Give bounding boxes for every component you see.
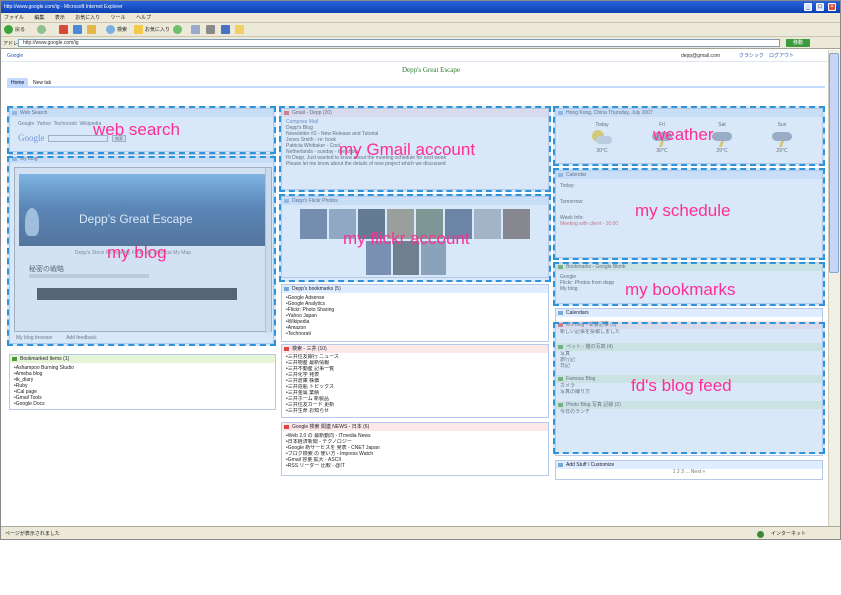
media-icon[interactable] — [173, 25, 182, 34]
bookmark-row[interactable]: Technorati — [282, 331, 548, 337]
classic-link[interactable]: クラシック — [739, 50, 764, 62]
menu-edit[interactable]: 編集 — [34, 15, 44, 21]
back-label[interactable]: 戻る — [15, 26, 25, 33]
menu-bar: ファイル 編集 表示 お気に入り ツール ヘルプ — [1, 13, 840, 23]
google-news-header: Google 検索 関連 NEWS - 日本 (6) — [282, 423, 548, 431]
google-news-row[interactable]: RSS リーダー 比較 - @IT — [282, 463, 548, 469]
window-title-bar: http://www.google.com/ig - Microsoft Int… — [1, 1, 840, 13]
highlight-bookmarks — [553, 262, 825, 306]
highlight-my-blog — [7, 156, 276, 346]
page-tabs: Home New tab — [7, 76, 825, 88]
news-row[interactable]: 三井生命 お知らせ — [282, 408, 548, 414]
items-gadget: Bookmarked Items (1) Ashampoo Burning St… — [9, 354, 276, 410]
toolbar: 戻る 検索 お気に入り — [1, 23, 840, 37]
customize-header: Add Stuff / Customize — [556, 461, 822, 469]
highlight-gmail — [279, 106, 551, 192]
customize-gadget: Add Stuff / Customize 1 2 3 ... Next » — [555, 460, 823, 480]
highlight-weather — [553, 106, 825, 166]
edit-icon[interactable] — [221, 25, 230, 34]
menu-file[interactable]: ファイル — [4, 15, 24, 21]
go-button[interactable]: 移動 — [786, 39, 810, 47]
highlight-web-search — [7, 106, 276, 154]
zone-label: インターネット — [771, 531, 807, 537]
notes-icon[interactable] — [235, 25, 244, 34]
google-top-bar: Google depp@gmail.com クラシック ログアウト — [1, 50, 829, 62]
menu-tools[interactable]: ツール — [111, 15, 126, 21]
forward-icon[interactable] — [37, 25, 46, 34]
highlight-schedule — [553, 168, 825, 260]
igoogle-page: Google depp@gmail.com クラシック ログアウト Depp's… — [1, 50, 829, 526]
status-text: ページが表示されました — [5, 531, 60, 537]
favorites-icon[interactable] — [134, 25, 143, 34]
menu-view[interactable]: 表示 — [55, 15, 65, 21]
highlight-feed — [553, 322, 825, 454]
logout-link[interactable]: ログアウト — [769, 50, 794, 62]
close-icon[interactable]: × — [828, 3, 836, 11]
google-bar-left[interactable]: Google — [7, 50, 23, 62]
depp-bookmarks-header: Depp's bookmarks (5) — [282, 285, 548, 293]
browser-window: http://www.google.com/ig - Microsoft Int… — [0, 0, 841, 540]
page-scrollbar-thumb[interactable] — [829, 53, 839, 273]
refresh-icon[interactable] — [73, 25, 82, 34]
google-news-gadget: Google 検索 関連 NEWS - 日本 (6) Web 2.0 の 最新動… — [281, 422, 549, 476]
stop-icon[interactable] — [59, 25, 68, 34]
search-icon[interactable] — [106, 25, 115, 34]
highlight-flickr — [279, 194, 551, 282]
tab-new[interactable]: New tab — [29, 78, 55, 88]
minimize-icon[interactable]: _ — [804, 3, 812, 11]
page-title: Depp's Great Escape — [401, 66, 460, 74]
items-row[interactable]: Google Docs — [10, 401, 275, 407]
user-email: depp@gmail.com — [681, 53, 720, 59]
address-input[interactable]: http://www.google.com/ig — [18, 39, 780, 47]
maximize-icon[interactable]: □ — [816, 3, 824, 11]
menu-favorites[interactable]: お気に入り — [75, 15, 100, 21]
items-header: Bookmarked Items (1) — [10, 355, 275, 363]
mail-icon[interactable] — [191, 25, 200, 34]
news-gadget: 検索 - 三井 (10) 三井住友銀行 ニュース 三井物産 最新情報 三井不動産… — [281, 344, 549, 418]
status-bar: ページが表示されました インターネット — [1, 526, 840, 539]
address-bar: アドレス http://www.google.com/ig 移動 — [1, 37, 840, 49]
feed-pager[interactable]: 1 2 3 ... Next » — [556, 469, 822, 475]
search-label[interactable]: 検索 — [117, 26, 127, 33]
home-icon[interactable] — [87, 25, 96, 34]
globe-icon — [757, 531, 764, 538]
tab-home[interactable]: Home — [7, 78, 29, 88]
favorites-label[interactable]: お気に入り — [145, 26, 170, 33]
print-icon[interactable] — [206, 25, 215, 34]
news-header: 検索 - 三井 (10) — [282, 345, 548, 353]
depp-bookmarks-gadget: Depp's bookmarks (5) Google Adsense Goog… — [281, 284, 549, 342]
window-title: http://www.google.com/ig - Microsoft Int… — [4, 4, 123, 10]
back-icon[interactable] — [4, 25, 13, 34]
feeds-header: Calendars — [556, 309, 822, 317]
menu-help[interactable]: ヘルプ — [136, 15, 151, 21]
